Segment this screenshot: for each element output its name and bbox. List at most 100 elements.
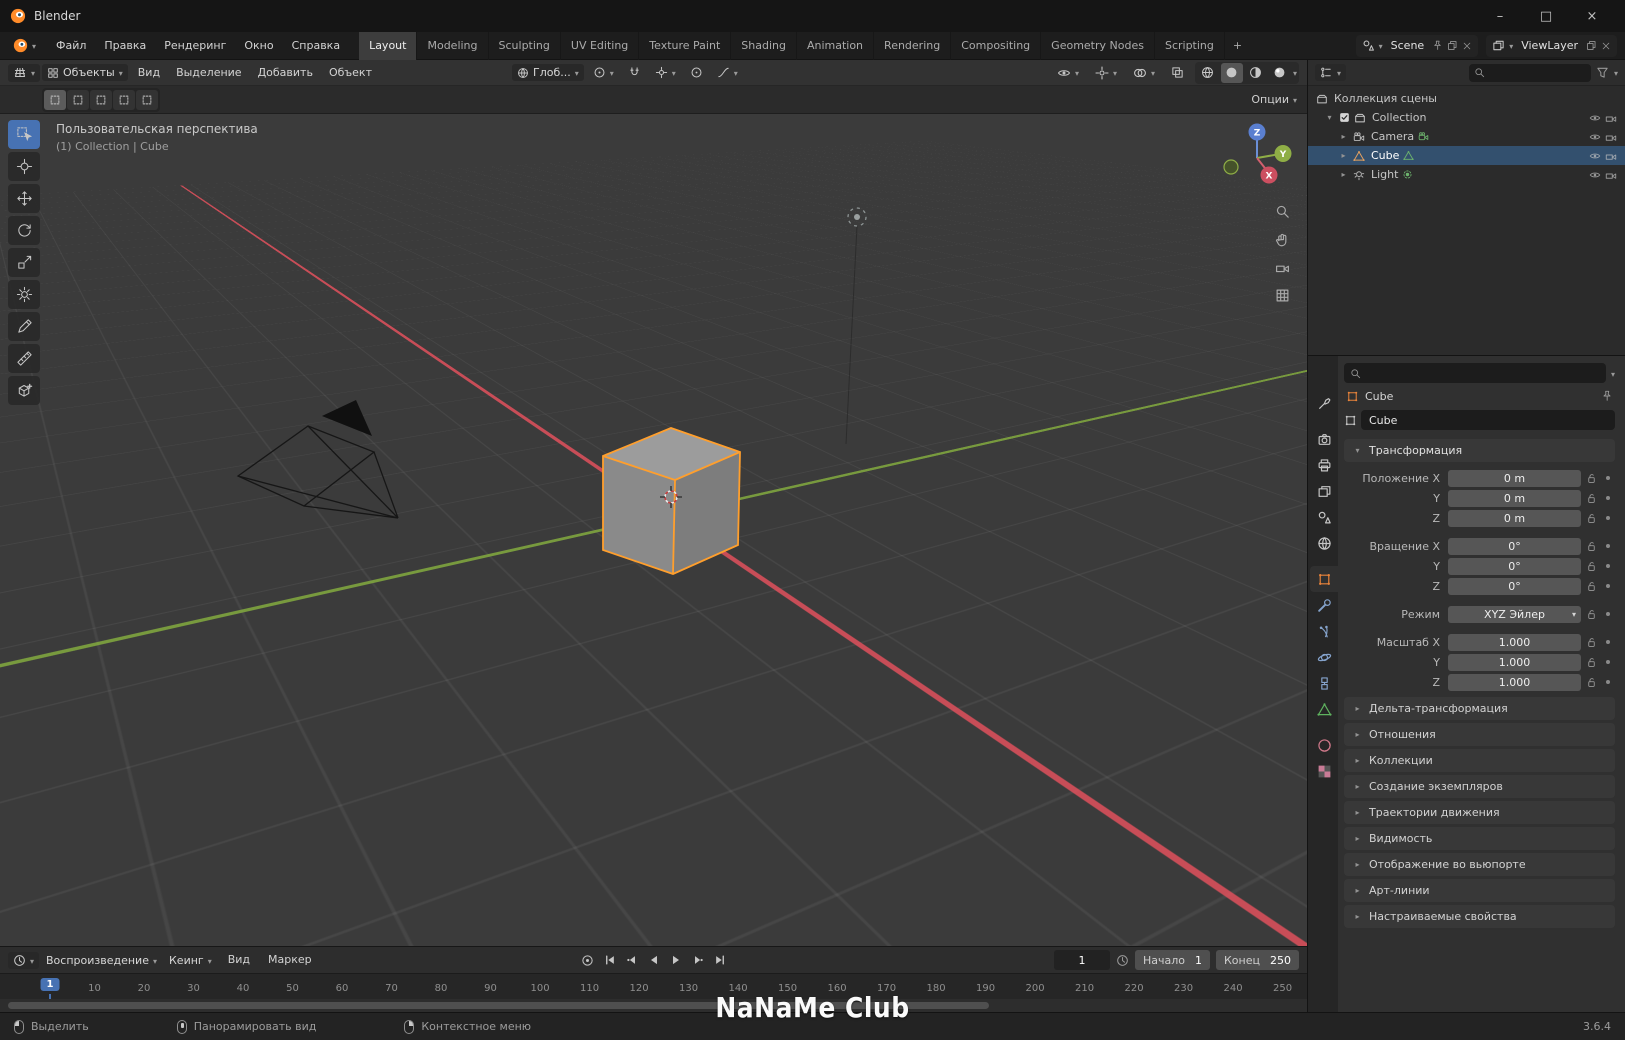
timeline-editor-type-button[interactable] (8, 952, 39, 969)
playback-menu[interactable]: Воспроизведение (41, 952, 162, 969)
transform-value-field[interactable]: XYZ Эйлер ▾ (1448, 606, 1581, 623)
timeline-scrollbar[interactable] (0, 999, 1307, 1012)
properties-section-1[interactable]: Отношения (1344, 723, 1615, 746)
show-gizmo-dropdown[interactable] (1090, 64, 1122, 82)
menu-item-3[interactable]: Окно (235, 33, 282, 59)
viewport-menu-2[interactable]: Добавить (250, 61, 321, 85)
pin-icon[interactable] (1432, 40, 1443, 51)
properties-section-0[interactable]: Дельта-трансформация (1344, 697, 1615, 720)
viewport-menu-1[interactable]: Выделение (168, 61, 250, 85)
animate-decorator[interactable] (1601, 640, 1615, 644)
ortho-toggle-icon[interactable] (1275, 288, 1290, 303)
animate-decorator[interactable] (1601, 584, 1615, 588)
outliner-row-camera[interactable]: Camera (1308, 127, 1625, 146)
transform-value-field[interactable]: 1.000 (1448, 654, 1581, 671)
properties-tab-particles[interactable] (1310, 618, 1338, 644)
properties-tab-physics[interactable] (1310, 644, 1338, 670)
minimize-button[interactable]: – (1477, 0, 1523, 32)
blender-menu-button[interactable] (8, 36, 41, 55)
snap-toggle[interactable] (623, 64, 646, 81)
transform-panel-header[interactable]: Трансформация (1344, 439, 1615, 462)
properties-section-7[interactable]: Арт-линии (1344, 879, 1615, 902)
properties-section-8[interactable]: Настраиваемые свойства (1344, 905, 1615, 928)
shading-rendered-button[interactable] (1269, 63, 1291, 83)
playhead[interactable]: 1 (50, 977, 69, 999)
outliner-editor-type-button[interactable] (1315, 64, 1346, 81)
lock-icon[interactable] (1581, 637, 1601, 648)
lock-icon[interactable] (1581, 541, 1601, 552)
cursor-tool[interactable] (8, 152, 40, 181)
maximize-button[interactable]: □ (1523, 0, 1569, 32)
disclosure-icon[interactable] (1324, 113, 1335, 122)
hide-in-viewport-toggle[interactable] (1589, 112, 1601, 124)
frame-start-field[interactable]: Начало 1 (1135, 950, 1210, 970)
animate-decorator[interactable] (1601, 544, 1615, 548)
current-frame-field[interactable]: 1 (1054, 950, 1110, 970)
menu-item-4[interactable]: Справка (283, 33, 349, 59)
auto-key-button[interactable] (578, 950, 598, 970)
close-button[interactable]: × (1569, 0, 1615, 32)
transform-value-field[interactable]: 1.000 (1448, 674, 1581, 691)
proportional-editing-toggle[interactable] (685, 64, 708, 81)
animate-decorator[interactable] (1601, 516, 1615, 520)
object-name-field[interactable]: Cube (1361, 410, 1615, 430)
disable-in-renders-toggle[interactable] (1605, 112, 1617, 124)
disable-in-renders-toggle[interactable] (1605, 150, 1617, 162)
properties-tab-render[interactable] (1310, 426, 1338, 452)
new-viewlayer-icon[interactable] (1586, 40, 1597, 51)
annotate-tool[interactable] (8, 312, 40, 341)
menu-item-1[interactable]: Правка (95, 33, 155, 59)
hide-in-viewport-toggle[interactable] (1589, 131, 1601, 143)
play-button[interactable] (666, 950, 686, 970)
close-icon[interactable] (1462, 41, 1472, 51)
browse-object-icon[interactable] (1344, 414, 1357, 427)
transform-orientation-selector[interactable]: Глоб... (512, 64, 584, 81)
xray-toggle[interactable] (1166, 64, 1189, 81)
outliner-row-light[interactable]: Light (1308, 165, 1625, 184)
workspace-tab-sculpting[interactable]: Sculpting (489, 32, 561, 60)
pin-icon[interactable] (1601, 390, 1613, 402)
timeline-ruler[interactable]: 1 10 20 30 40 50 60 70 80 90 100 110 120 130 140 150 16… (0, 973, 1307, 999)
scale-tool[interactable] (8, 248, 40, 277)
select-mode-2[interactable] (90, 90, 112, 110)
transform-value-field[interactable]: 0 m (1448, 510, 1581, 527)
select-box-tool[interactable] (8, 120, 40, 149)
collection-checkbox[interactable] (1339, 112, 1350, 123)
transform-value-field[interactable]: 0 m (1448, 490, 1581, 507)
lock-icon[interactable] (1581, 581, 1601, 592)
editor-type-button[interactable] (8, 64, 40, 82)
animate-decorator[interactable] (1601, 564, 1615, 568)
properties-search-input[interactable] (1344, 363, 1606, 383)
hide-in-viewport-toggle[interactable] (1589, 169, 1601, 181)
pan-hand-icon[interactable] (1275, 232, 1290, 247)
measure-tool[interactable] (8, 344, 40, 373)
properties-section-5[interactable]: Видимость (1344, 827, 1615, 850)
workspace-tab-uv-editing[interactable]: UV Editing (561, 32, 639, 60)
workspace-tab-rendering[interactable]: Rendering (874, 32, 951, 60)
viewport-menu-0[interactable]: Вид (130, 61, 168, 85)
disclosure-icon[interactable] (1338, 132, 1349, 141)
close-icon[interactable] (1601, 41, 1611, 51)
preview-range-icon[interactable] (1116, 954, 1129, 967)
viewport-menu-3[interactable]: Объект (321, 61, 380, 85)
lock-icon[interactable] (1581, 473, 1601, 484)
outliner-row-cube[interactable]: Cube (1308, 146, 1625, 165)
new-scene-icon[interactable] (1447, 40, 1458, 51)
disable-in-renders-toggle[interactable] (1605, 169, 1617, 181)
shading-solid-button[interactable] (1221, 63, 1243, 83)
workspace-tab-layout[interactable]: Layout (359, 32, 417, 60)
properties-tab-tool[interactable] (1310, 390, 1338, 416)
disclosure-icon[interactable] (1338, 170, 1349, 179)
transform-tool[interactable] (8, 280, 40, 309)
properties-tab-object[interactable] (1310, 566, 1338, 592)
lock-icon[interactable] (1581, 493, 1601, 504)
properties-tab-material[interactable] (1310, 732, 1338, 758)
keying-menu[interactable]: Кеинг (164, 952, 217, 969)
outliner-row-scene-collection[interactable]: Коллекция сцены (1308, 89, 1625, 108)
filter-icon[interactable] (1596, 66, 1609, 79)
select-mode-1[interactable] (67, 90, 89, 110)
pivot-point-selector[interactable] (588, 64, 619, 81)
frame-end-field[interactable]: Конец 250 (1216, 950, 1299, 970)
lock-icon[interactable] (1581, 609, 1601, 620)
properties-tab-output[interactable] (1310, 452, 1338, 478)
